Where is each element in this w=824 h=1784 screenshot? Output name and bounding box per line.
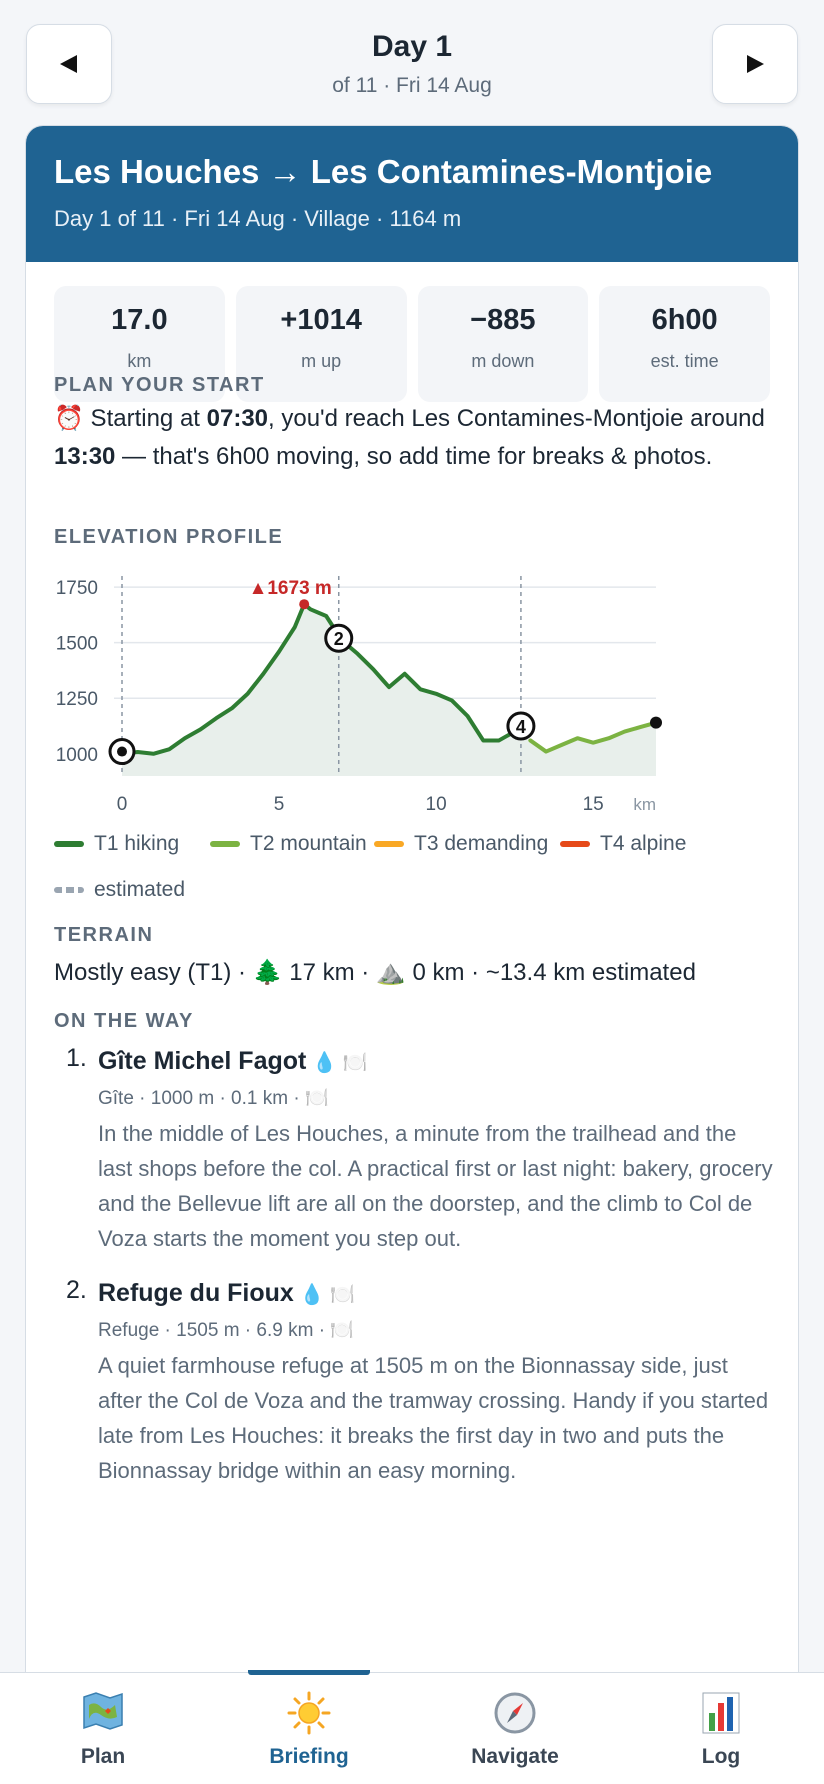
bottom-tab-bar: Plan Briefing Navigate Log bbox=[0, 1670, 824, 1784]
peak-point bbox=[299, 599, 310, 610]
screen: Day 1 of 11 · Fri 14 Aug Les Houches → L… bbox=[0, 0, 824, 1784]
plan-text-part: Starting at bbox=[83, 405, 207, 432]
stop-name-text: Gîte Michel Fagot bbox=[98, 1047, 307, 1075]
legend-item-t2: T2 mountain bbox=[210, 832, 367, 856]
stop-name-text: Refuge du Fioux bbox=[98, 1279, 294, 1307]
stat-time: 6h00 est. time bbox=[599, 286, 770, 402]
y-tick-label: 1750 bbox=[56, 578, 98, 599]
stop-name: Gîte Michel Fagot 💧 🍽️ bbox=[98, 1044, 774, 1080]
stat-unit: m up bbox=[301, 351, 342, 371]
stat-value: 17.0 bbox=[111, 304, 168, 336]
legend-item-t1: T1 hiking bbox=[54, 832, 179, 856]
peak-label: ▲1673 m bbox=[249, 578, 332, 599]
tab-plan[interactable]: Plan bbox=[0, 1673, 206, 1784]
stat-value: −885 bbox=[470, 304, 536, 336]
elevation-heading: ELEVATION PROFILE bbox=[54, 526, 284, 548]
waypoint-marker-label: 4 bbox=[516, 717, 526, 737]
plan-text-part: — that's 6h00 moving, so add time for br… bbox=[115, 443, 713, 470]
legend-swatch bbox=[54, 841, 84, 847]
day-subtitle: of 11 · Fri 14 Aug bbox=[332, 74, 492, 97]
tab-navigate[interactable]: Navigate bbox=[412, 1673, 618, 1784]
x-tick-label: 15 bbox=[583, 794, 604, 815]
arrive-time: 13:30 bbox=[54, 443, 116, 470]
stop-description: A quiet farmhouse refuge at 1505 m on th… bbox=[98, 1353, 769, 1483]
alarm-clock-icon: ⏰ bbox=[54, 405, 84, 432]
legend-label: T1 hiking bbox=[94, 832, 180, 855]
stat-unit: est. time bbox=[650, 351, 719, 371]
stop-number: 1. bbox=[66, 1044, 87, 1072]
stop-name: Refuge du Fioux 💧 🍽️ bbox=[98, 1276, 774, 1312]
legend-item-estimated: estimated bbox=[54, 878, 185, 902]
stat-unit: m down bbox=[471, 351, 535, 371]
legend-item-t3: T3 demanding bbox=[374, 832, 548, 856]
x-tick-label: 5 bbox=[274, 794, 285, 815]
tab-label: Plan bbox=[80, 1745, 126, 1768]
stat-value: +1014 bbox=[280, 304, 362, 336]
stage-title: Les Houches → Les Contamines-Montjoie bbox=[54, 153, 713, 190]
legend-label: estimated bbox=[94, 878, 186, 901]
tab-label: Briefing bbox=[269, 1745, 349, 1768]
waypoint-marker-label: 2 bbox=[334, 629, 344, 649]
stat-unit: km bbox=[127, 351, 152, 371]
elevation-chart: 1000 1250 1500 1750 0 5 10 15 km ▲1673 m 2 4 bbox=[26, 562, 798, 862]
tab-briefing[interactable]: Briefing bbox=[206, 1670, 412, 1784]
next-day-button[interactable] bbox=[712, 24, 798, 104]
stage-header: Les Houches → Les Contamines-Montjoie Da… bbox=[26, 126, 798, 262]
tab-log[interactable]: Log bbox=[618, 1673, 824, 1784]
legend-swatch bbox=[374, 841, 404, 847]
day-title: Day 1 bbox=[371, 30, 453, 63]
x-axis-unit: km bbox=[633, 795, 656, 814]
briefing-card: Les Houches → Les Contamines-Montjoie Da… bbox=[25, 125, 799, 1725]
stops-list: 1. Gîte Michel Fagot 💧 🍽️ Gîte · 1000 m ·… bbox=[54, 1044, 774, 1508]
day-navigation: Day 1 of 11 · Fri 14 Aug bbox=[26, 24, 798, 104]
start-time: 07:30 bbox=[206, 405, 269, 432]
plan-text-part: , you'd reach Les Contamines-Montjoie ar… bbox=[268, 405, 765, 432]
triangle-right-icon bbox=[747, 55, 764, 73]
elevation-svg: 1000 1250 1500 1750 0 5 10 15 km ▲1673 m 2 4 bbox=[56, 576, 662, 815]
legend-label: T2 mountain bbox=[250, 832, 367, 855]
legend-label: T4 alpine bbox=[600, 832, 687, 855]
tab-label: Log bbox=[701, 1745, 741, 1768]
x-tick-label: 0 bbox=[117, 794, 128, 815]
water-food-icons: 💧 🍽️ bbox=[312, 1052, 368, 1074]
list-item[interactable]: 2. Refuge du Fioux 💧 🍽️ Refuge · 1505 m ·… bbox=[54, 1276, 774, 1488]
legend-swatch bbox=[210, 841, 240, 847]
bar-chart-icon bbox=[618, 1691, 824, 1735]
stat-value: 6h00 bbox=[651, 304, 718, 336]
stop-meta: Gîte · 1000 m · 0.1 km · 🍽️ bbox=[98, 1088, 329, 1109]
stop-meta: Refuge · 1505 m · 6.9 km · 🍽️ bbox=[98, 1320, 354, 1341]
map-icon bbox=[0, 1691, 206, 1735]
list-item[interactable]: 1. Gîte Michel Fagot 💧 🍽️ Gîte · 1000 m ·… bbox=[54, 1044, 774, 1256]
y-tick-label: 1250 bbox=[56, 689, 98, 710]
y-tick-label: 1500 bbox=[56, 634, 98, 655]
end-marker bbox=[650, 716, 662, 729]
plan-heading: PLAN YOUR START bbox=[54, 374, 265, 396]
plan-text: ⏰ Starting at 07:30, you'd reach Les Con… bbox=[54, 400, 774, 476]
stop-description: In the middle of Les Houches, a minute f… bbox=[98, 1121, 773, 1251]
water-food-icons: 💧 🍽️ bbox=[299, 1284, 356, 1306]
legend-item-t4: T4 alpine bbox=[560, 832, 686, 856]
legend-dash bbox=[54, 887, 84, 893]
terrain-summary: Mostly easy (T1) · 🌲 17 km · ⛰️ 0 km · ~… bbox=[54, 959, 696, 986]
legend-label: T3 demanding bbox=[414, 832, 549, 855]
stat-descent: −885 m down bbox=[417, 286, 589, 402]
start-marker-dot bbox=[117, 746, 127, 757]
x-tick-label: 10 bbox=[426, 794, 447, 815]
legend-swatch bbox=[560, 841, 590, 847]
tab-label: Navigate bbox=[471, 1745, 559, 1768]
compass-icon bbox=[412, 1691, 618, 1735]
y-tick-label: 1000 bbox=[56, 745, 98, 766]
terrain-heading: TERRAIN bbox=[54, 924, 154, 946]
stop-number: 2. bbox=[66, 1276, 87, 1304]
active-tab-indicator bbox=[248, 1670, 370, 1675]
sun-icon bbox=[206, 1691, 412, 1735]
on-the-way-heading: ON THE WAY bbox=[54, 1010, 194, 1032]
stage-subtitle: Day 1 of 11 · Fri 14 Aug · Village · 116… bbox=[54, 206, 462, 231]
